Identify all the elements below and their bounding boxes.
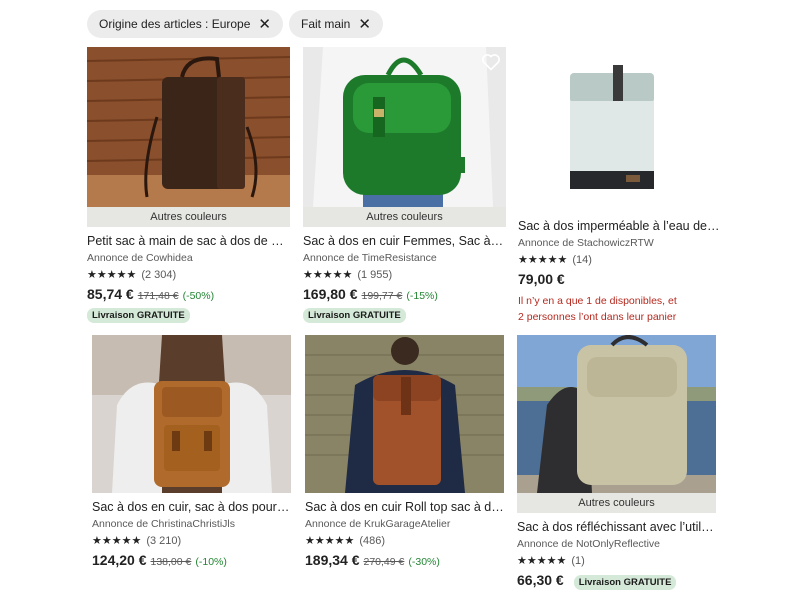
original-price: 270,49 € [363,556,405,568]
seller-name: Annonce de ChristinaChristiJls [92,518,235,530]
price: 189,34 € [305,552,360,568]
price-row: 124,20 € 138,00 € (-10%) [92,552,291,568]
free-shipping-badge: Livraison GRATUITE [303,308,406,323]
review-count: (1 955) [357,268,393,281]
price: 85,74 € [87,286,134,302]
star-rating-icon: ★★★★★ [518,254,568,266]
free-shipping-badge: Livraison GRATUITE [87,308,190,323]
rating: ★★★★★ (486) [305,534,504,548]
price: 79,00 € [518,271,565,287]
listing-card[interactable]: Sac à dos imperméable à l’eau de m… Anno… [518,47,721,325]
discount: (-30%) [408,556,440,568]
price-row: 66,30 € Livraison GRATUITE [517,572,716,590]
star-rating-icon: ★★★★★ [87,269,137,281]
discount: (-50%) [182,290,215,302]
rating: ★★★★★ (14) [518,253,721,267]
original-price: 171,48 € [137,290,179,302]
listing-title[interactable]: Petit sac à main de sac à dos de mo… [87,234,290,248]
price-row: 79,00 € [518,271,721,287]
seller-name: Annonce de StachowiczRTW [518,237,654,249]
listing-card[interactable]: Autres couleurs Petit sac à main de sac … [87,47,290,323]
review-count: (14) [572,253,592,266]
close-icon[interactable]: ✕ [358,17,371,32]
listing-image[interactable] [303,47,506,207]
seller-name: Annonce de KrukGarageAtelier [305,518,451,530]
star-rating-icon: ★★★★★ [303,269,353,281]
rating: ★★★★★ (3 210) [92,534,291,548]
listing-image[interactable] [87,47,290,207]
listing-image[interactable] [305,335,504,493]
stock-notice: Il n’y en a que 1 de disponibles, et 2 p… [518,293,721,325]
stock-notice-line: 2 personnes l’ont dans leur panier [518,311,677,323]
price: 169,80 € [303,286,358,302]
filter-chip-origin[interactable]: Origine des articles : Europe ✕ [87,10,283,38]
review-count: (1) [571,554,585,567]
price-row: 189,34 € 270,49 € (-30%) [305,552,504,568]
rating: ★★★★★ (2 304) [87,268,290,282]
discount: (-15%) [406,290,438,302]
price: 124,20 € [92,552,147,568]
close-icon[interactable]: ✕ [258,17,271,32]
seller-name: Annonce de TimeResistance [303,252,437,264]
star-rating-icon: ★★★★★ [92,535,142,547]
star-rating-icon: ★★★★★ [305,535,355,547]
listing-card[interactable]: Sac à dos en cuir, sac à dos pour fe… An… [92,335,291,568]
free-shipping-badge: Livraison GRATUITE [573,575,677,590]
filter-chip-label: Fait main [300,17,351,31]
listing-image[interactable] [517,335,716,493]
review-count: (2 304) [141,268,177,281]
price: 66,30 € [517,572,564,588]
price-row: 169,80 € 199,77 € (-15%) [303,286,506,302]
stock-notice-line: Il n’y en a que 1 de disponibles, et [518,295,677,307]
active-filters: Origine des articles : Europe ✕ Fait mai… [87,10,383,38]
listing-title[interactable]: Sac à dos en cuir Roll top sac à dos … [305,500,504,514]
listing-image[interactable] [518,47,721,207]
seller-name: Annonce de NotOnlyReflective [517,538,660,550]
listing-card[interactable]: Autres couleurs Sac à dos en cuir Femmes… [303,47,506,323]
filter-chip-handmade[interactable]: Fait main ✕ [288,10,383,38]
listing-title[interactable]: Sac à dos imperméable à l’eau de m… [518,219,721,233]
listing-title[interactable]: Sac à dos réfléchissant avec l’utilisa… [517,520,716,534]
other-colors-label[interactable]: Autres couleurs [303,207,506,227]
star-rating-icon: ★★★★★ [517,555,567,567]
price-row: 85,74 € 171,48 € (-50%) [87,286,290,302]
listing-card[interactable]: Autres couleurs Sac à dos réfléchissant … [517,335,716,590]
other-colors-label[interactable]: Autres couleurs [517,493,716,513]
listing-image[interactable] [92,335,291,493]
filter-chip-label: Origine des articles : Europe [99,17,251,31]
original-price: 138,00 € [150,556,192,568]
original-price: 199,77 € [361,290,403,302]
other-colors-label[interactable]: Autres couleurs [87,207,290,227]
listing-title[interactable]: Sac à dos en cuir, sac à dos pour fe… [92,500,291,514]
listing-title[interactable]: Sac à dos en cuir Femmes, Sac à do… [303,234,506,248]
review-count: (486) [359,534,385,547]
review-count: (3 210) [146,534,182,547]
discount: (-10%) [195,556,227,568]
rating: ★★★★★ (1 955) [303,268,506,282]
seller-name: Annonce de Cowhidea [87,252,193,264]
heart-icon[interactable] [481,52,501,72]
rating: ★★★★★ (1) [517,554,716,568]
listing-card[interactable]: Sac à dos en cuir Roll top sac à dos … A… [305,335,504,568]
